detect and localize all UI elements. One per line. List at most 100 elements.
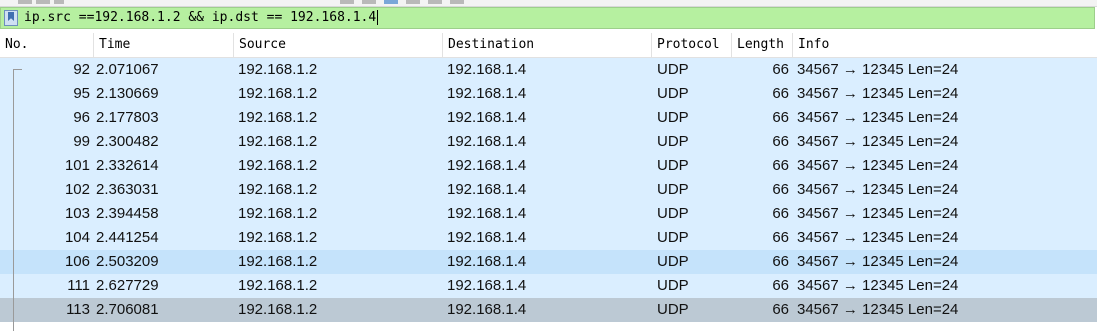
column-header-source[interactable]: Source bbox=[234, 33, 443, 57]
packet-protocol: UDP bbox=[657, 301, 689, 318]
packet-source: 192.168.1.2 bbox=[238, 301, 318, 318]
packet-source: 192.168.1.2 bbox=[238, 253, 318, 270]
packet-row[interactable]: 113 2.706081 192.168.1.2 192.168.1.4 UDP 66 34… bbox=[0, 298, 1097, 322]
packet-list-header: No. Time Source Destination Protocol Len… bbox=[0, 33, 1097, 58]
packet-length: 66 bbox=[772, 157, 789, 174]
packet-source: 192.168.1.2 bbox=[238, 157, 318, 174]
packet-time: 2.503209 bbox=[96, 253, 159, 270]
packet-row[interactable]: 92 2.071067 192.168.1.2 192.168.1.4 UDP 66 345… bbox=[0, 58, 1097, 82]
toolbar-button-remnant[interactable] bbox=[406, 0, 420, 4]
packet-info: 34567 → 12345 Len=24 bbox=[797, 61, 959, 78]
packet-length: 66 bbox=[772, 229, 789, 246]
packet-destination: 192.168.1.4 bbox=[447, 61, 527, 78]
packet-protocol: UDP bbox=[657, 85, 689, 102]
packet-destination: 192.168.1.4 bbox=[447, 253, 527, 270]
packet-row[interactable]: 106 2.503209 192.168.1.2 192.168.1.4 UDP 66 34… bbox=[0, 250, 1097, 274]
column-header-time[interactable]: Time bbox=[94, 33, 234, 57]
toolbar-button-remnant[interactable] bbox=[54, 0, 64, 4]
packet-destination: 192.168.1.4 bbox=[447, 301, 527, 318]
packet-row[interactable]: 104 2.441254 192.168.1.2 192.168.1.4 UDP 66 34… bbox=[0, 226, 1097, 250]
conversation-bracket-line bbox=[13, 70, 14, 331]
packet-destination: 192.168.1.4 bbox=[447, 205, 527, 222]
column-header-no[interactable]: No. bbox=[0, 33, 94, 57]
column-header-protocol[interactable]: Protocol bbox=[652, 33, 732, 57]
packet-length: 66 bbox=[772, 109, 789, 126]
column-header-length[interactable]: Length bbox=[732, 33, 793, 57]
packet-info: 34567 → 12345 Len=24 bbox=[797, 85, 959, 102]
packet-source: 192.168.1.2 bbox=[238, 205, 318, 222]
conversation-bracket-top bbox=[13, 69, 22, 70]
packet-source: 192.168.1.2 bbox=[238, 133, 318, 150]
packet-row[interactable]: 95 2.130669 192.168.1.2 192.168.1.4 UDP 66 345… bbox=[0, 82, 1097, 106]
packet-info: 34567 → 12345 Len=24 bbox=[797, 277, 959, 294]
filter-text: ip.src ==192.168.1.2 && ip.dst == 192.16… bbox=[24, 10, 377, 25]
packet-length: 66 bbox=[772, 205, 789, 222]
toolbar-button-remnant[interactable] bbox=[18, 0, 32, 4]
packet-info: 34567 → 12345 Len=24 bbox=[797, 133, 959, 150]
packet-protocol: UDP bbox=[657, 109, 689, 126]
toolbar-button-remnant[interactable] bbox=[362, 0, 376, 4]
packet-time: 2.441254 bbox=[96, 229, 159, 246]
packet-list: 92 2.071067 192.168.1.2 192.168.1.4 UDP 66 345… bbox=[0, 58, 1097, 322]
packet-info: 34567 → 12345 Len=24 bbox=[797, 229, 959, 246]
packet-row[interactable]: 103 2.394458 192.168.1.2 192.168.1.4 UDP 66 34… bbox=[0, 202, 1097, 226]
packet-source: 192.168.1.2 bbox=[238, 61, 318, 78]
packet-time: 2.300482 bbox=[96, 133, 159, 150]
packet-protocol: UDP bbox=[657, 157, 689, 174]
packet-row[interactable]: 96 2.177803 192.168.1.2 192.168.1.4 UDP 66 345… bbox=[0, 106, 1097, 130]
packet-length: 66 bbox=[772, 253, 789, 270]
packet-protocol: UDP bbox=[657, 229, 689, 246]
toolbar-button-remnant[interactable] bbox=[340, 0, 354, 4]
packet-info: 34567 → 12345 Len=24 bbox=[797, 301, 959, 318]
display-filter-bar: ip.src ==192.168.1.2 && ip.dst == 192.16… bbox=[0, 7, 1095, 29]
packet-time: 2.706081 bbox=[96, 301, 159, 318]
packet-time: 2.394458 bbox=[96, 205, 159, 222]
toolbar-button-remnant[interactable] bbox=[450, 0, 464, 4]
packet-destination: 192.168.1.4 bbox=[447, 85, 527, 102]
packet-source: 192.168.1.2 bbox=[238, 229, 318, 246]
packet-info: 34567 → 12345 Len=24 bbox=[797, 253, 959, 270]
column-header-info[interactable]: Info bbox=[793, 33, 1097, 57]
toolbar-strip bbox=[0, 0, 1097, 7]
packet-source: 192.168.1.2 bbox=[238, 85, 318, 102]
packet-time: 2.177803 bbox=[96, 109, 159, 126]
packet-length: 66 bbox=[772, 181, 789, 198]
text-caret bbox=[377, 10, 379, 25]
packet-destination: 192.168.1.4 bbox=[447, 109, 527, 126]
packet-protocol: UDP bbox=[657, 253, 689, 270]
packet-time: 2.130669 bbox=[96, 85, 159, 102]
packet-time: 2.627729 bbox=[96, 277, 159, 294]
packet-time: 2.071067 bbox=[96, 61, 159, 78]
packet-source: 192.168.1.2 bbox=[238, 109, 318, 126]
packet-source: 192.168.1.2 bbox=[238, 181, 318, 198]
packet-protocol: UDP bbox=[657, 133, 689, 150]
toolbar-button-remnant[interactable] bbox=[384, 0, 398, 4]
packet-info: 34567 → 12345 Len=24 bbox=[797, 157, 959, 174]
display-filter-input[interactable]: ip.src ==192.168.1.2 && ip.dst == 192.16… bbox=[22, 9, 1094, 27]
packet-protocol: UDP bbox=[657, 61, 689, 78]
packet-length: 66 bbox=[772, 85, 789, 102]
packet-protocol: UDP bbox=[657, 181, 689, 198]
packet-row[interactable]: 101 2.332614 192.168.1.2 192.168.1.4 UDP 66 34… bbox=[0, 154, 1097, 178]
packet-length: 66 bbox=[772, 61, 789, 78]
toolbar-button-remnant[interactable] bbox=[428, 0, 442, 4]
packet-length: 66 bbox=[772, 277, 789, 294]
packet-time: 2.363031 bbox=[96, 181, 159, 198]
bookmark-icon[interactable] bbox=[4, 10, 18, 26]
toolbar-button-remnant[interactable] bbox=[36, 0, 50, 4]
packet-protocol: UDP bbox=[657, 205, 689, 222]
packet-length: 66 bbox=[772, 301, 789, 318]
packet-row[interactable]: 99 2.300482 192.168.1.2 192.168.1.4 UDP 66 345… bbox=[0, 130, 1097, 154]
packet-info: 34567 → 12345 Len=24 bbox=[797, 205, 959, 222]
packet-row[interactable]: 102 2.363031 192.168.1.2 192.168.1.4 UDP 66 34… bbox=[0, 178, 1097, 202]
packet-destination: 192.168.1.4 bbox=[447, 133, 527, 150]
packet-time: 2.332614 bbox=[96, 157, 159, 174]
column-header-destination[interactable]: Destination bbox=[443, 33, 652, 57]
packet-info: 34567 → 12345 Len=24 bbox=[797, 109, 959, 126]
packet-length: 66 bbox=[772, 133, 789, 150]
packet-destination: 192.168.1.4 bbox=[447, 277, 527, 294]
packet-info: 34567 → 12345 Len=24 bbox=[797, 181, 959, 198]
packet-destination: 192.168.1.4 bbox=[447, 229, 527, 246]
packet-row[interactable]: 111 2.627729 192.168.1.2 192.168.1.4 UDP 66 34… bbox=[0, 274, 1097, 298]
packet-protocol: UDP bbox=[657, 277, 689, 294]
